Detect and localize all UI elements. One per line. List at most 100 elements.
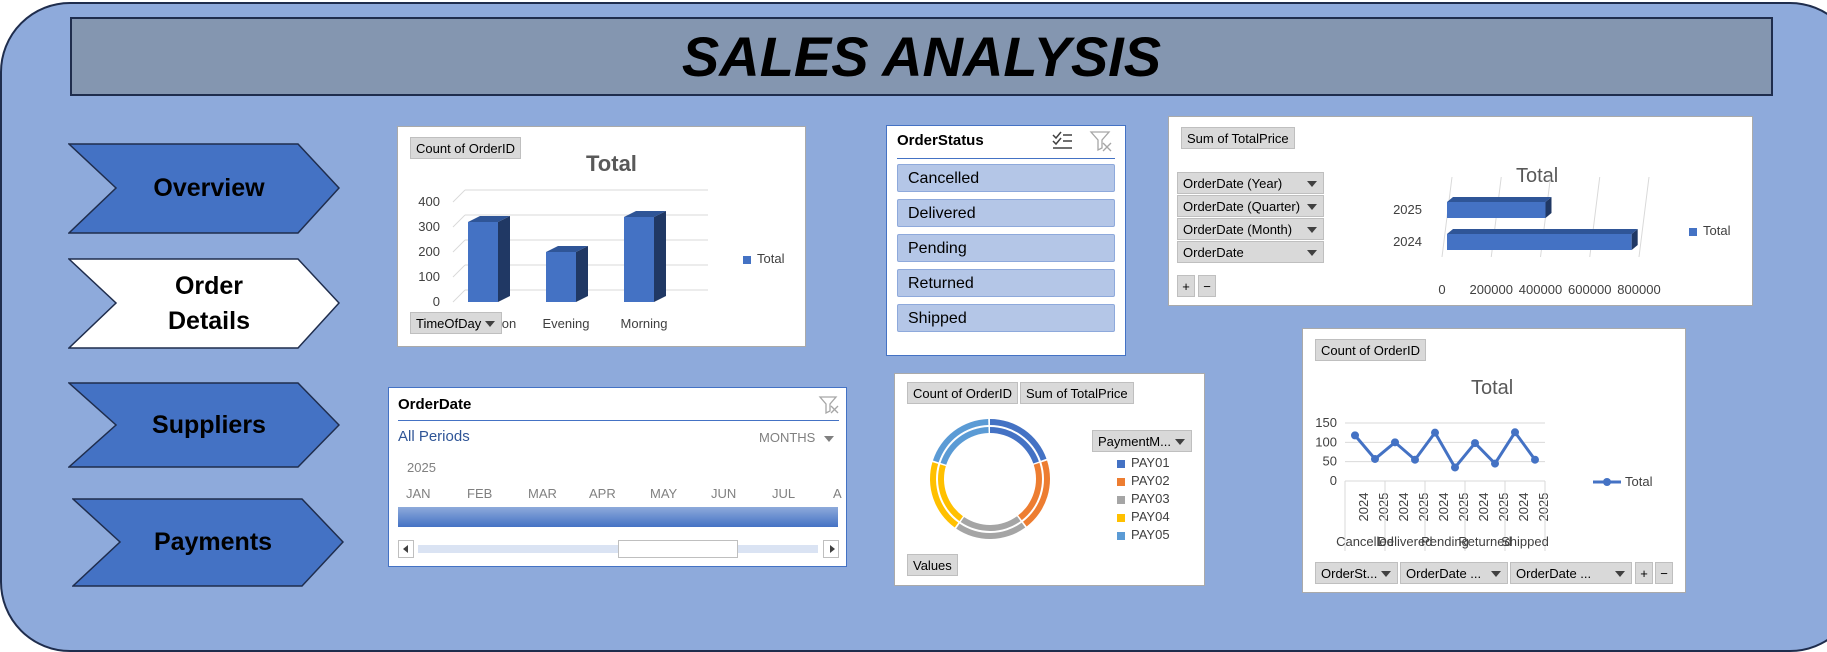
data-point	[1371, 454, 1379, 463]
filter-orderstatus-label: OrderSt...	[1321, 566, 1378, 581]
timeline-month[interactable]: JUL	[772, 486, 795, 501]
nav-payments-button[interactable]: Payments	[72, 498, 344, 587]
line-chart-card[interactable]: Count of OrderID Total 150 100 50 0 2024 2025…	[1302, 328, 1686, 593]
filter-orderdate-1-label: OrderDate ...	[1406, 566, 1482, 581]
bar-side	[498, 216, 510, 302]
chevron-down-icon	[1615, 571, 1625, 577]
nav-payments-label: Payments	[153, 528, 273, 556]
legend-marker	[1603, 478, 1611, 486]
clear-filter-icon[interactable]	[1089, 130, 1113, 152]
scroll-thumb[interactable]	[618, 540, 738, 558]
hbar-chart-card[interactable]: Sum of TotalPrice Total OrderDate (Year)…	[1168, 116, 1753, 306]
slicer-item-shipped[interactable]: Shipped	[897, 304, 1115, 332]
data-point	[1511, 428, 1519, 437]
data-point	[1391, 438, 1399, 447]
timeline-title: OrderDate	[398, 396, 472, 413]
collapse-button[interactable]: −	[1655, 562, 1673, 584]
payment-method-dropdown[interactable]: PaymentM...	[1092, 430, 1192, 452]
nav-suppliers-label: Suppliers	[152, 410, 266, 439]
gridline-depth	[452, 239, 466, 253]
line-legend-label: Total	[1625, 474, 1653, 489]
field-count-orderid[interactable]: Count of OrderID	[907, 382, 1018, 404]
timeline-divider	[398, 420, 839, 421]
y-tick-label: 400	[418, 194, 440, 209]
year-label: 2025	[1416, 493, 1431, 522]
donut-legend: PAY01 PAY02 PAY03 PAY04 PAY05	[1117, 454, 1170, 544]
year-label: 2025	[1536, 493, 1551, 522]
gridline-depth	[452, 289, 466, 303]
nav-suppliers-button[interactable]: Suppliers	[68, 382, 340, 468]
scroll-right-button[interactable]	[823, 540, 839, 558]
timeline-month[interactable]: MAR	[528, 486, 557, 501]
timeline-month[interactable]: A	[833, 486, 842, 501]
hbar-top	[1447, 229, 1638, 234]
time-of-day-dropdown[interactable]: TimeOfDay	[410, 312, 502, 334]
legend-label: PAY04	[1131, 509, 1170, 524]
filter-orderstatus[interactable]: OrderSt...	[1315, 562, 1398, 584]
donut-chart-card[interactable]: Count of OrderID Sum of TotalPrice Payme…	[894, 373, 1205, 586]
filter-orderdate-2[interactable]: OrderDate ...	[1510, 562, 1632, 584]
legend-swatch	[1117, 495, 1125, 504]
legend-swatch	[1689, 227, 1697, 236]
clear-filter-icon[interactable]	[818, 395, 840, 415]
field-sum-totalprice[interactable]: Sum of TotalPrice	[1020, 382, 1134, 404]
y-tick-label: 150	[1315, 415, 1337, 430]
values-button[interactable]: Values	[907, 554, 958, 576]
timeline-month[interactable]: MAY	[650, 486, 677, 501]
slicer-item-pending[interactable]: Pending	[897, 234, 1115, 262]
time-level-dropdown[interactable]: MONTHS	[759, 430, 834, 445]
slicer-item-delivered[interactable]: Delivered	[897, 199, 1115, 227]
hbar-chart-plot: 0 200000 400000 600000 800000 2025 2024	[1393, 176, 1661, 297]
timeline-month[interactable]: FEB	[467, 486, 492, 501]
data-point	[1531, 455, 1539, 464]
chevron-down-icon	[1381, 571, 1391, 577]
bar	[624, 217, 654, 302]
timeline-year: 2025	[407, 460, 436, 475]
chevron-left-icon	[403, 545, 408, 553]
y-category-label: 2024	[1393, 234, 1422, 249]
year-label: 2024	[1436, 493, 1451, 522]
filter-orderdate-2-label: OrderDate ...	[1516, 566, 1592, 581]
legend-label: PAY03	[1131, 491, 1170, 506]
timeline-month[interactable]: APR	[589, 486, 616, 501]
data-point	[1471, 439, 1479, 448]
year-label: 2025	[1376, 493, 1391, 522]
x-tick-label: Morning	[621, 316, 668, 331]
bar-chart-card[interactable]: Count of OrderID Total 4003002001000Afte…	[397, 126, 806, 347]
timeline-bar[interactable]	[398, 507, 838, 527]
timeline-scrollbar[interactable]	[398, 540, 839, 558]
all-periods-label: All Periods	[398, 428, 470, 445]
bar-side	[576, 246, 588, 302]
x-tick-label: 0	[1438, 282, 1445, 297]
hbar-legend-label: Total	[1703, 223, 1731, 238]
bar-legend-label: Total	[757, 251, 785, 266]
year-label: 2024	[1396, 493, 1411, 522]
x-tick-label: 800000	[1617, 282, 1660, 297]
expand-button[interactable]: +	[1635, 562, 1653, 584]
y-tick-label: 200	[418, 244, 440, 259]
year-label: 2024	[1516, 493, 1531, 522]
group-label: Shipped	[1501, 534, 1549, 549]
nav-order-details-label-2: Details	[168, 306, 250, 335]
slicer-item-cancelled[interactable]: Cancelled	[897, 164, 1115, 192]
multi-select-icon[interactable]	[1051, 131, 1073, 151]
slicer-divider	[897, 158, 1115, 159]
donut-chart-plot	[930, 419, 1050, 539]
nav-overview-label: Overview	[153, 174, 265, 202]
gridline-depth	[452, 264, 466, 278]
bar-side	[654, 211, 666, 302]
scroll-left-button[interactable]	[398, 540, 414, 558]
nav-overview-button[interactable]: Overview	[68, 143, 340, 234]
hbar	[1447, 234, 1632, 250]
gridline-depth	[452, 214, 466, 228]
timeline-month[interactable]: JAN	[406, 486, 431, 501]
filter-orderdate-1[interactable]: OrderDate ...	[1400, 562, 1508, 584]
legend-label: PAY05	[1131, 527, 1170, 542]
timeline-months: JAN FEB MAR APR MAY JUN JUL A	[398, 486, 842, 502]
legend-item: PAY03	[1117, 490, 1170, 508]
slicer-item-returned[interactable]: Returned	[897, 269, 1115, 297]
nav-order-details-button[interactable]: Order Details	[68, 258, 340, 349]
bar	[468, 222, 498, 302]
timeline-month[interactable]: JUN	[711, 486, 736, 501]
chevron-right-icon	[830, 545, 835, 553]
